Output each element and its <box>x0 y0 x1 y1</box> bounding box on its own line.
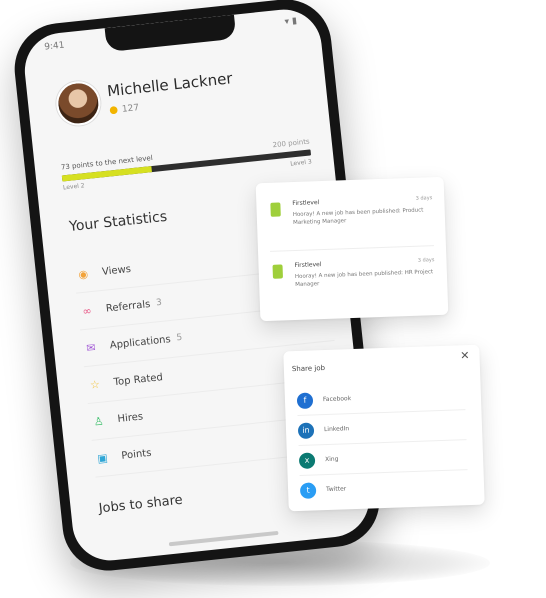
mail-icon: ✉ <box>85 340 97 355</box>
share-option-facebook[interactable]: f Facebook <box>296 383 466 417</box>
share-title: Share job <box>291 364 326 374</box>
link-icon: ∞ <box>81 303 93 318</box>
share-option-twitter[interactable]: t Twitter <box>299 473 469 505</box>
eye-icon: ◉ <box>77 266 89 281</box>
notification-time: 3 days <box>415 195 433 202</box>
share-option-label: Facebook <box>322 395 352 404</box>
progress-max: 200 points <box>272 137 311 150</box>
share-option-label: Twitter <box>325 485 347 494</box>
share-job-card: ✕ Share job f Facebook in LinkedIn x Xin… <box>283 344 485 512</box>
notification-icon <box>272 264 283 279</box>
statistics-title: Your Statistics <box>68 208 168 235</box>
medal-icon: ● <box>108 104 119 117</box>
share-option-linkedin[interactable]: in LinkedIn <box>297 413 467 446</box>
stat-label: Points <box>120 447 152 462</box>
stat-label: Views <box>101 263 132 278</box>
linkedin-icon: in <box>297 422 315 439</box>
status-icons: ▾ ▮ <box>284 16 298 28</box>
home-indicator <box>168 530 279 547</box>
notification-title: Firstlevel <box>292 199 320 208</box>
notification-text: Hooray! A new job has been published: Pr… <box>292 207 424 227</box>
phone-notch <box>104 14 237 53</box>
star-icon: ☆ <box>89 377 101 392</box>
notification-item[interactable]: Firstlevel 3 days Hooray! A new job has … <box>270 195 433 226</box>
stat-label: Top Rated <box>113 371 164 388</box>
share-option-label: Xing <box>324 455 339 464</box>
profile-name: Michelle Lackner <box>106 69 234 101</box>
profile-header: Michelle Lackner ● 127 <box>54 58 309 144</box>
notifications-card: Firstlevel 3 days Hooray! A new job has … <box>255 176 449 322</box>
stat-count: 5 <box>176 332 183 344</box>
points-value: 127 <box>121 103 140 115</box>
stat-count: 3 <box>155 297 163 309</box>
avatar[interactable] <box>54 79 103 128</box>
xing-icon: x <box>298 452 316 469</box>
level-next: Level 3 <box>289 158 313 168</box>
stat-label: Applications <box>109 333 172 351</box>
notification-time: 3 days <box>417 257 435 264</box>
notification-title: Firstlevel <box>294 261 322 270</box>
notification-text: Hooray! A new job has been published: HR… <box>294 269 434 289</box>
close-icon[interactable]: ✕ <box>460 349 470 362</box>
user-icon: ♙ <box>93 414 105 429</box>
share-option-label: LinkedIn <box>323 425 350 434</box>
stat-label: Hires <box>117 410 144 425</box>
notification-divider <box>270 245 434 252</box>
share-option-xing[interactable]: x Xing <box>298 443 468 476</box>
jobs-to-share-title: Jobs to share <box>98 492 184 517</box>
points-badge: ● 127 <box>109 102 140 116</box>
notification-item[interactable]: Firstlevel 3 days Hooray! A new job has … <box>272 257 435 288</box>
stat-label: Referrals <box>105 298 151 315</box>
status-time: 9:41 <box>43 40 65 53</box>
level-current: Level 2 <box>62 182 85 192</box>
notification-icon <box>270 202 281 217</box>
gift-icon: ▣ <box>96 450 109 465</box>
twitter-icon: t <box>299 482 317 499</box>
facebook-icon: f <box>296 392 314 410</box>
